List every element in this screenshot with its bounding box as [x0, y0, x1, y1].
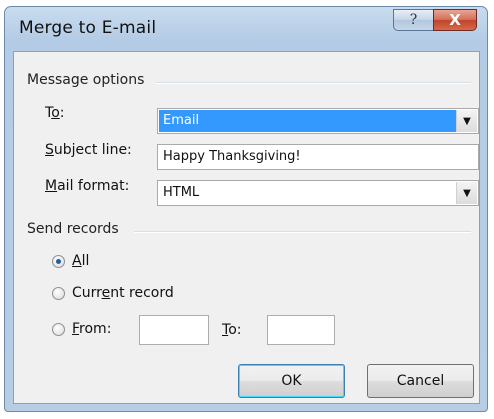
- help-icon: ?: [409, 12, 418, 28]
- mail-format-value: HTML: [163, 185, 200, 200]
- from-record-input[interactable]: [139, 315, 209, 345]
- mail-format-dropdown[interactable]: HTML ▼: [157, 180, 479, 206]
- subject-line-value: Happy Thanksgiving!: [163, 149, 301, 164]
- radio-all[interactable]: All: [52, 253, 89, 269]
- message-options-heading: Message options: [27, 72, 149, 88]
- to-label: To:: [45, 105, 65, 121]
- subject-line-input[interactable]: Happy Thanksgiving!: [157, 144, 479, 170]
- close-icon: X: [449, 11, 461, 29]
- ok-button-label: OK: [281, 373, 302, 389]
- window-title: Merge to E-mail: [19, 18, 157, 38]
- to-record-input[interactable]: [267, 315, 335, 345]
- send-records-heading: Send records: [27, 221, 123, 237]
- send-records-divider: [134, 231, 471, 233]
- title-bar[interactable]: Merge to E-mail ? X: [5, 7, 487, 49]
- help-button[interactable]: ?: [393, 9, 434, 31]
- to-record-label: To:: [222, 322, 242, 338]
- ok-button[interactable]: OK: [238, 364, 345, 398]
- chevron-down-icon[interactable]: ▼: [456, 110, 477, 132]
- page: Merge to E-mail ? X Message options To: …: [0, 0, 494, 419]
- radio-all-label: All: [72, 253, 90, 269]
- radio-current-record-button[interactable]: [52, 286, 65, 300]
- dialog-body: Message options To: Email ▼ Subject line…: [13, 51, 480, 404]
- to-dropdown[interactable]: Email ▼: [157, 108, 479, 134]
- radio-current-record[interactable]: Current record: [52, 285, 174, 301]
- merge-to-email-dialog: Merge to E-mail ? X Message options To: …: [4, 6, 488, 412]
- radio-current-record-label: Current record: [72, 285, 174, 301]
- radio-all-button[interactable]: [52, 254, 65, 268]
- mail-format-label: Mail format:: [45, 178, 130, 194]
- close-button[interactable]: X: [433, 9, 477, 31]
- message-options-divider: [156, 82, 471, 84]
- radio-from[interactable]: From:: [52, 321, 111, 337]
- to-dropdown-value: Email: [159, 110, 456, 132]
- cancel-button-label: Cancel: [396, 373, 445, 389]
- subject-line-label: Subject line:: [45, 142, 132, 158]
- radio-from-label: From:: [72, 321, 112, 337]
- chevron-down-icon[interactable]: ▼: [456, 182, 477, 204]
- cancel-button[interactable]: Cancel: [367, 364, 474, 398]
- radio-from-button[interactable]: [52, 322, 65, 336]
